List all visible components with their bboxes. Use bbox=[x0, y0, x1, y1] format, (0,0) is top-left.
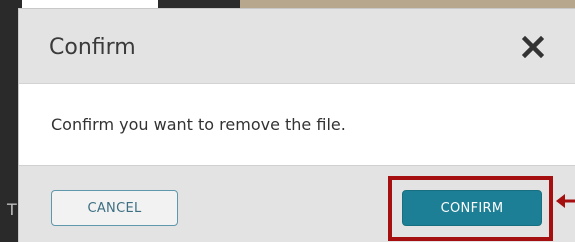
dialog-message: Confirm you want to remove the file. bbox=[51, 115, 346, 134]
cancel-button[interactable]: CANCEL bbox=[51, 190, 178, 226]
background-strip-dark bbox=[158, 0, 240, 8]
dialog-body: Confirm you want to remove the file. bbox=[19, 85, 575, 165]
close-icon bbox=[522, 36, 544, 58]
dialog-title: Confirm bbox=[49, 35, 136, 60]
arrow-annotation-icon bbox=[556, 194, 575, 208]
dialog-header: Confirm bbox=[19, 9, 575, 84]
confirm-button[interactable]: CONFIRM bbox=[402, 190, 542, 226]
background-text: T bbox=[7, 200, 17, 219]
dialog-footer: CANCEL CONFIRM bbox=[19, 165, 575, 242]
background-strip-tan bbox=[240, 0, 575, 8]
close-button[interactable] bbox=[516, 30, 550, 64]
confirm-dialog: Confirm Confirm you want to remove the f… bbox=[18, 8, 575, 242]
